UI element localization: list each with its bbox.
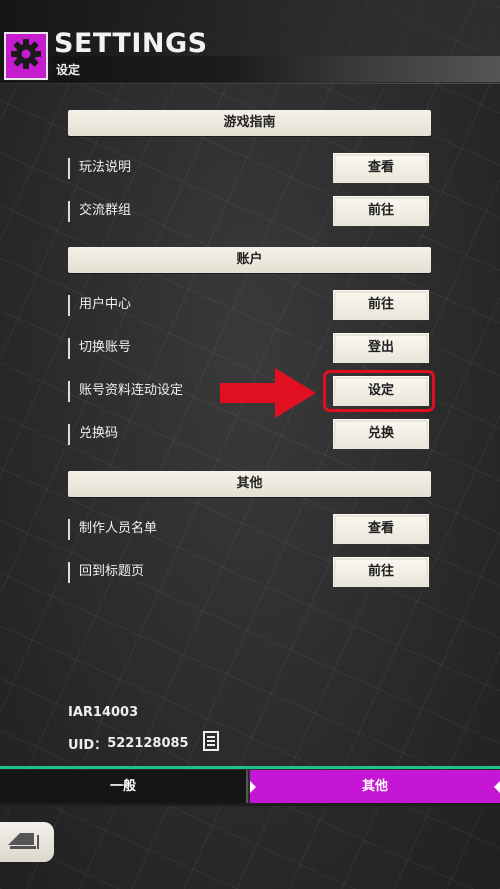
- community-group-go-button[interactable]: 前往: [332, 195, 430, 227]
- tab-notch-left: [250, 781, 256, 793]
- version-code: IAR14003: [68, 705, 139, 720]
- highlight-ring: [323, 370, 435, 412]
- tab-other[interactable]: 其他: [250, 770, 500, 803]
- row-label: 制作人员名单: [79, 521, 158, 536]
- copy-icon[interactable]: [202, 731, 221, 755]
- settings-row-user-center: 用户中心 前往: [68, 289, 431, 321]
- uid-label: UID：: [68, 737, 108, 753]
- tabbar-bottom-edge: [0, 803, 500, 806]
- page-title: SETTINGS: [54, 28, 208, 59]
- back-button[interactable]: [0, 822, 54, 862]
- section-header-account: 账户: [68, 247, 431, 273]
- row-label: 账号资料连动设定: [79, 383, 184, 398]
- tab-notch-right: [494, 781, 500, 793]
- redeem-button[interactable]: 兑换: [332, 418, 430, 450]
- credits-view-button[interactable]: 查看: [332, 513, 430, 545]
- gear-icon: [9, 37, 43, 75]
- row-label: 交流群组: [79, 203, 132, 218]
- row-label: 兑换码: [79, 426, 119, 441]
- header-divider: [0, 83, 500, 84]
- return-title-go-button[interactable]: 前往: [332, 556, 430, 588]
- tab-general[interactable]: 一般: [0, 770, 248, 803]
- section-header-guide: 游戏指南: [68, 110, 431, 136]
- settings-row-community-group: 交流群组 前往: [68, 195, 431, 227]
- tabbar-accent-line: [0, 766, 500, 769]
- section-header-other: 其他: [68, 471, 431, 497]
- logout-button[interactable]: 登出: [332, 332, 430, 364]
- settings-logo: [4, 32, 48, 80]
- page-header: SETTINGS 设定: [0, 0, 500, 84]
- user-center-go-button[interactable]: 前往: [332, 289, 430, 321]
- uid-value: 522128085: [107, 735, 189, 751]
- settings-row-return-title: 回到标题页 前往: [68, 556, 431, 588]
- settings-row-switch-account: 切换账号 登出: [68, 332, 431, 364]
- how-to-play-view-button[interactable]: 查看: [332, 152, 430, 184]
- settings-row-redeem-code: 兑换码 兑换: [68, 418, 431, 450]
- row-label: 切换账号: [79, 340, 132, 355]
- red-arrow-annotation: [220, 368, 318, 422]
- settings-row-how-to-play: 玩法说明 查看: [68, 152, 431, 184]
- row-label: 回到标题页: [79, 564, 145, 579]
- page-subtitle: 设定: [56, 63, 81, 77]
- row-label: 用户中心: [79, 297, 132, 312]
- row-label: 玩法说明: [79, 160, 132, 175]
- uid-row: UID： 522128085: [68, 731, 221, 755]
- back-arrow-icon: [6, 829, 42, 855]
- settings-row-credits: 制作人员名单 查看: [68, 513, 431, 545]
- tab-other-label: 其他: [361, 779, 388, 794]
